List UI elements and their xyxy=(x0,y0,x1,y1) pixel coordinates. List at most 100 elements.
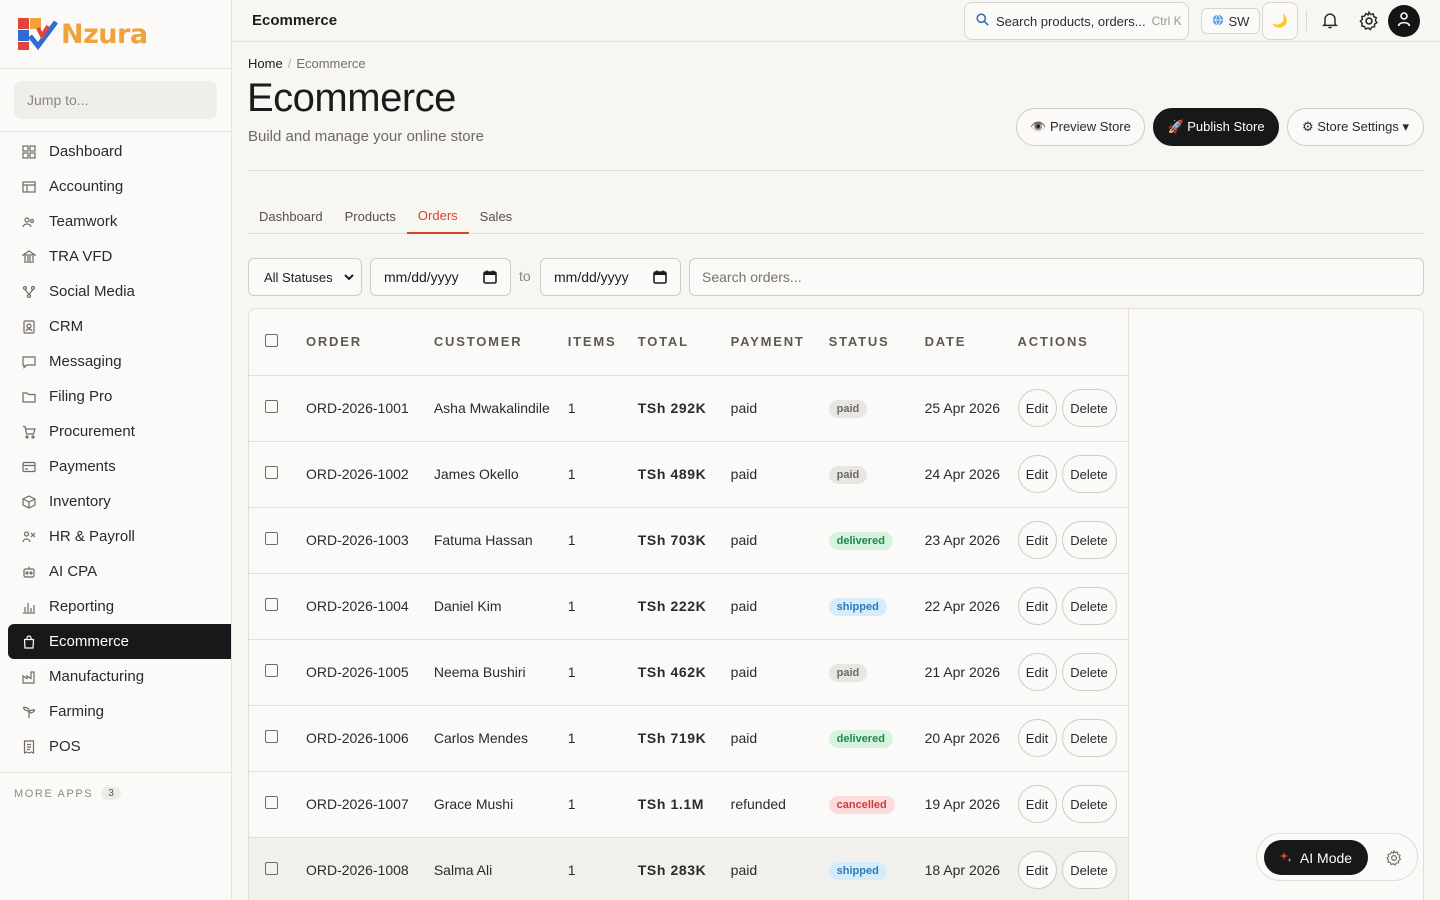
column-header[interactable]: ORDER xyxy=(305,309,434,376)
sidebar-item-pos[interactable]: POS xyxy=(0,729,231,764)
store-settings-button[interactable]: ⚙ Store Settings ▾ xyxy=(1287,108,1424,146)
publish-store-button[interactable]: 🚀 Publish Store xyxy=(1153,108,1279,146)
order-id[interactable]: ORD-2026-1003 xyxy=(305,507,434,574)
sidebar-item-payments[interactable]: Payments xyxy=(0,449,231,484)
edit-button[interactable]: Edit xyxy=(1017,389,1057,427)
customer-name: Fatuma Hassan xyxy=(433,507,568,574)
order-id[interactable]: ORD-2026-1006 xyxy=(305,705,434,772)
sidebar-item-tra-vfd[interactable]: TRA VFD xyxy=(0,239,231,274)
payment-status: paid xyxy=(730,573,829,640)
column-header[interactable]: PAYMENT xyxy=(730,309,829,376)
jump-to-input[interactable] xyxy=(14,81,217,119)
sidebar-item-label: HR & Payroll xyxy=(49,528,135,545)
delete-button[interactable]: Delete xyxy=(1061,851,1117,889)
sidebar-item-inventory[interactable]: Inventory xyxy=(0,484,231,519)
delete-button[interactable]: Delete xyxy=(1061,521,1117,559)
edit-button[interactable]: Edit xyxy=(1017,851,1057,889)
avatar[interactable] xyxy=(1388,5,1420,37)
sidebar-item-dashboard[interactable]: Dashboard xyxy=(0,134,231,169)
delete-button[interactable]: Delete xyxy=(1061,389,1117,427)
table-row[interactable]: ORD-2026-1001 Asha Mwakalindile 1 TSh 292K p… xyxy=(249,375,1129,442)
row-checkbox[interactable] xyxy=(265,796,278,809)
delete-button[interactable]: Delete xyxy=(1061,587,1117,625)
status-select[interactable]: All Statuses xyxy=(248,258,362,296)
sidebar-item-crm[interactable]: CRM xyxy=(0,309,231,344)
gear-icon[interactable] xyxy=(1358,10,1380,37)
edit-button[interactable]: Edit xyxy=(1017,587,1057,625)
order-date: 24 Apr 2026 xyxy=(924,441,1018,508)
order-date: 23 Apr 2026 xyxy=(924,507,1018,574)
logo[interactable]: Nzura xyxy=(0,0,231,69)
column-header[interactable]: ITEMS xyxy=(567,309,638,376)
sidebar-item-filing-pro[interactable]: Filing Pro xyxy=(0,379,231,414)
table-row[interactable]: ORD-2026-1007 Grace Mushi 1 TSh 1.1M refunde… xyxy=(249,771,1129,838)
sidebar-item-hr-payroll[interactable]: HR & Payroll xyxy=(0,519,231,554)
sidebar-item-teamwork[interactable]: Teamwork xyxy=(0,204,231,239)
row-checkbox[interactable] xyxy=(265,466,278,479)
edit-button[interactable]: Edit xyxy=(1017,455,1057,493)
table-row[interactable]: ORD-2026-1008 Salma Ali 1 TSh 283K paid shipp… xyxy=(249,837,1129,900)
sidebar-item-ecommerce[interactable]: Ecommerce xyxy=(8,624,231,659)
sidebar-item-farming[interactable]: Farming xyxy=(0,694,231,729)
sidebar-item-ai-cpa[interactable]: AI CPA xyxy=(0,554,231,589)
delete-button[interactable]: Delete xyxy=(1061,785,1117,823)
order-id[interactable]: ORD-2026-1005 xyxy=(305,639,434,706)
row-checkbox[interactable] xyxy=(265,532,278,545)
row-checkbox[interactable] xyxy=(265,400,278,413)
delete-button[interactable]: Delete xyxy=(1061,719,1117,757)
tab-orders[interactable]: Orders xyxy=(406,198,469,234)
ai-settings-gear-icon[interactable] xyxy=(1385,849,1403,872)
table-row[interactable]: ORD-2026-1005 Neema Bushiri 1 TSh 462K paid p… xyxy=(249,639,1129,706)
sidebar-item-messaging[interactable]: Messaging xyxy=(0,344,231,379)
select-all-checkbox[interactable] xyxy=(265,333,278,347)
ai-mode-button[interactable]: AI Mode xyxy=(1264,840,1368,875)
global-search[interactable]: Search products, orders... Ctrl K xyxy=(964,2,1189,40)
tab-products[interactable]: Products xyxy=(334,198,407,234)
delete-button[interactable]: Delete xyxy=(1061,455,1117,493)
column-header[interactable]: DATE xyxy=(924,309,1018,376)
order-id[interactable]: ORD-2026-1001 xyxy=(305,375,434,442)
table-row[interactable]: ORD-2026-1004 Daniel Kim 1 TSh 222K paid ship… xyxy=(249,573,1129,640)
sidebar-item-accounting[interactable]: Accounting xyxy=(0,169,231,204)
table-row[interactable]: ORD-2026-1003 Fatuma Hassan 1 TSh 703K paid d… xyxy=(249,507,1129,574)
moon-icon: 🌙 xyxy=(1271,13,1289,28)
edit-button[interactable]: Edit xyxy=(1017,719,1057,757)
row-checkbox[interactable] xyxy=(265,598,278,611)
order-search-input[interactable] xyxy=(689,258,1424,296)
table-row[interactable]: ORD-2026-1006 Carlos Mendes 1 TSh 719K paid d… xyxy=(249,705,1129,772)
row-checkbox[interactable] xyxy=(265,730,278,743)
column-header[interactable]: CUSTOMER xyxy=(433,309,568,376)
row-checkbox[interactable] xyxy=(265,862,278,875)
delete-button[interactable]: Delete xyxy=(1061,653,1117,691)
order-id[interactable]: ORD-2026-1007 xyxy=(305,771,434,838)
breadcrumb-home[interactable]: Home xyxy=(248,56,283,71)
sidebar-item-manufacturing[interactable]: Manufacturing xyxy=(0,659,231,694)
date-to-input[interactable]: mm/dd/yyyy xyxy=(540,258,681,296)
tab-sales[interactable]: Sales xyxy=(469,198,524,234)
sidebar-item-reporting[interactable]: Reporting xyxy=(0,589,231,624)
tab-dashboard[interactable]: Dashboard xyxy=(248,198,334,234)
payment-status: paid xyxy=(730,375,829,442)
order-date: 25 Apr 2026 xyxy=(924,375,1018,442)
edit-button[interactable]: Edit xyxy=(1017,653,1057,691)
preview-store-button[interactable]: 👁️ Preview Store xyxy=(1016,108,1145,146)
order-id[interactable]: ORD-2026-1002 xyxy=(305,441,434,508)
order-id[interactable]: ORD-2026-1004 xyxy=(305,573,434,640)
order-id[interactable]: ORD-2026-1008 xyxy=(305,837,434,900)
bell-icon[interactable] xyxy=(1320,10,1340,35)
edit-button[interactable]: Edit xyxy=(1017,785,1057,823)
table-row[interactable]: ORD-2026-1002 James Okello 1 TSh 489K paid pa… xyxy=(249,441,1129,508)
more-apps-toggle[interactable]: MORE APPS 3 xyxy=(0,772,231,800)
row-checkbox[interactable] xyxy=(265,664,278,677)
sidebar-item-procurement[interactable]: Procurement xyxy=(0,414,231,449)
payment-status: refunded xyxy=(730,771,829,838)
date-from-input[interactable]: mm/dd/yyyy xyxy=(370,258,511,296)
language-button[interactable]: SW xyxy=(1201,8,1260,34)
column-header[interactable]: TOTAL xyxy=(637,309,731,376)
sidebar-item-social-media[interactable]: Social Media xyxy=(0,274,231,309)
column-header[interactable]: STATUS xyxy=(828,309,925,376)
calendar-icon xyxy=(653,270,667,287)
edit-button[interactable]: Edit xyxy=(1017,521,1057,559)
payment-status: paid xyxy=(730,639,829,706)
theme-toggle-button[interactable]: 🌙 xyxy=(1262,2,1298,40)
